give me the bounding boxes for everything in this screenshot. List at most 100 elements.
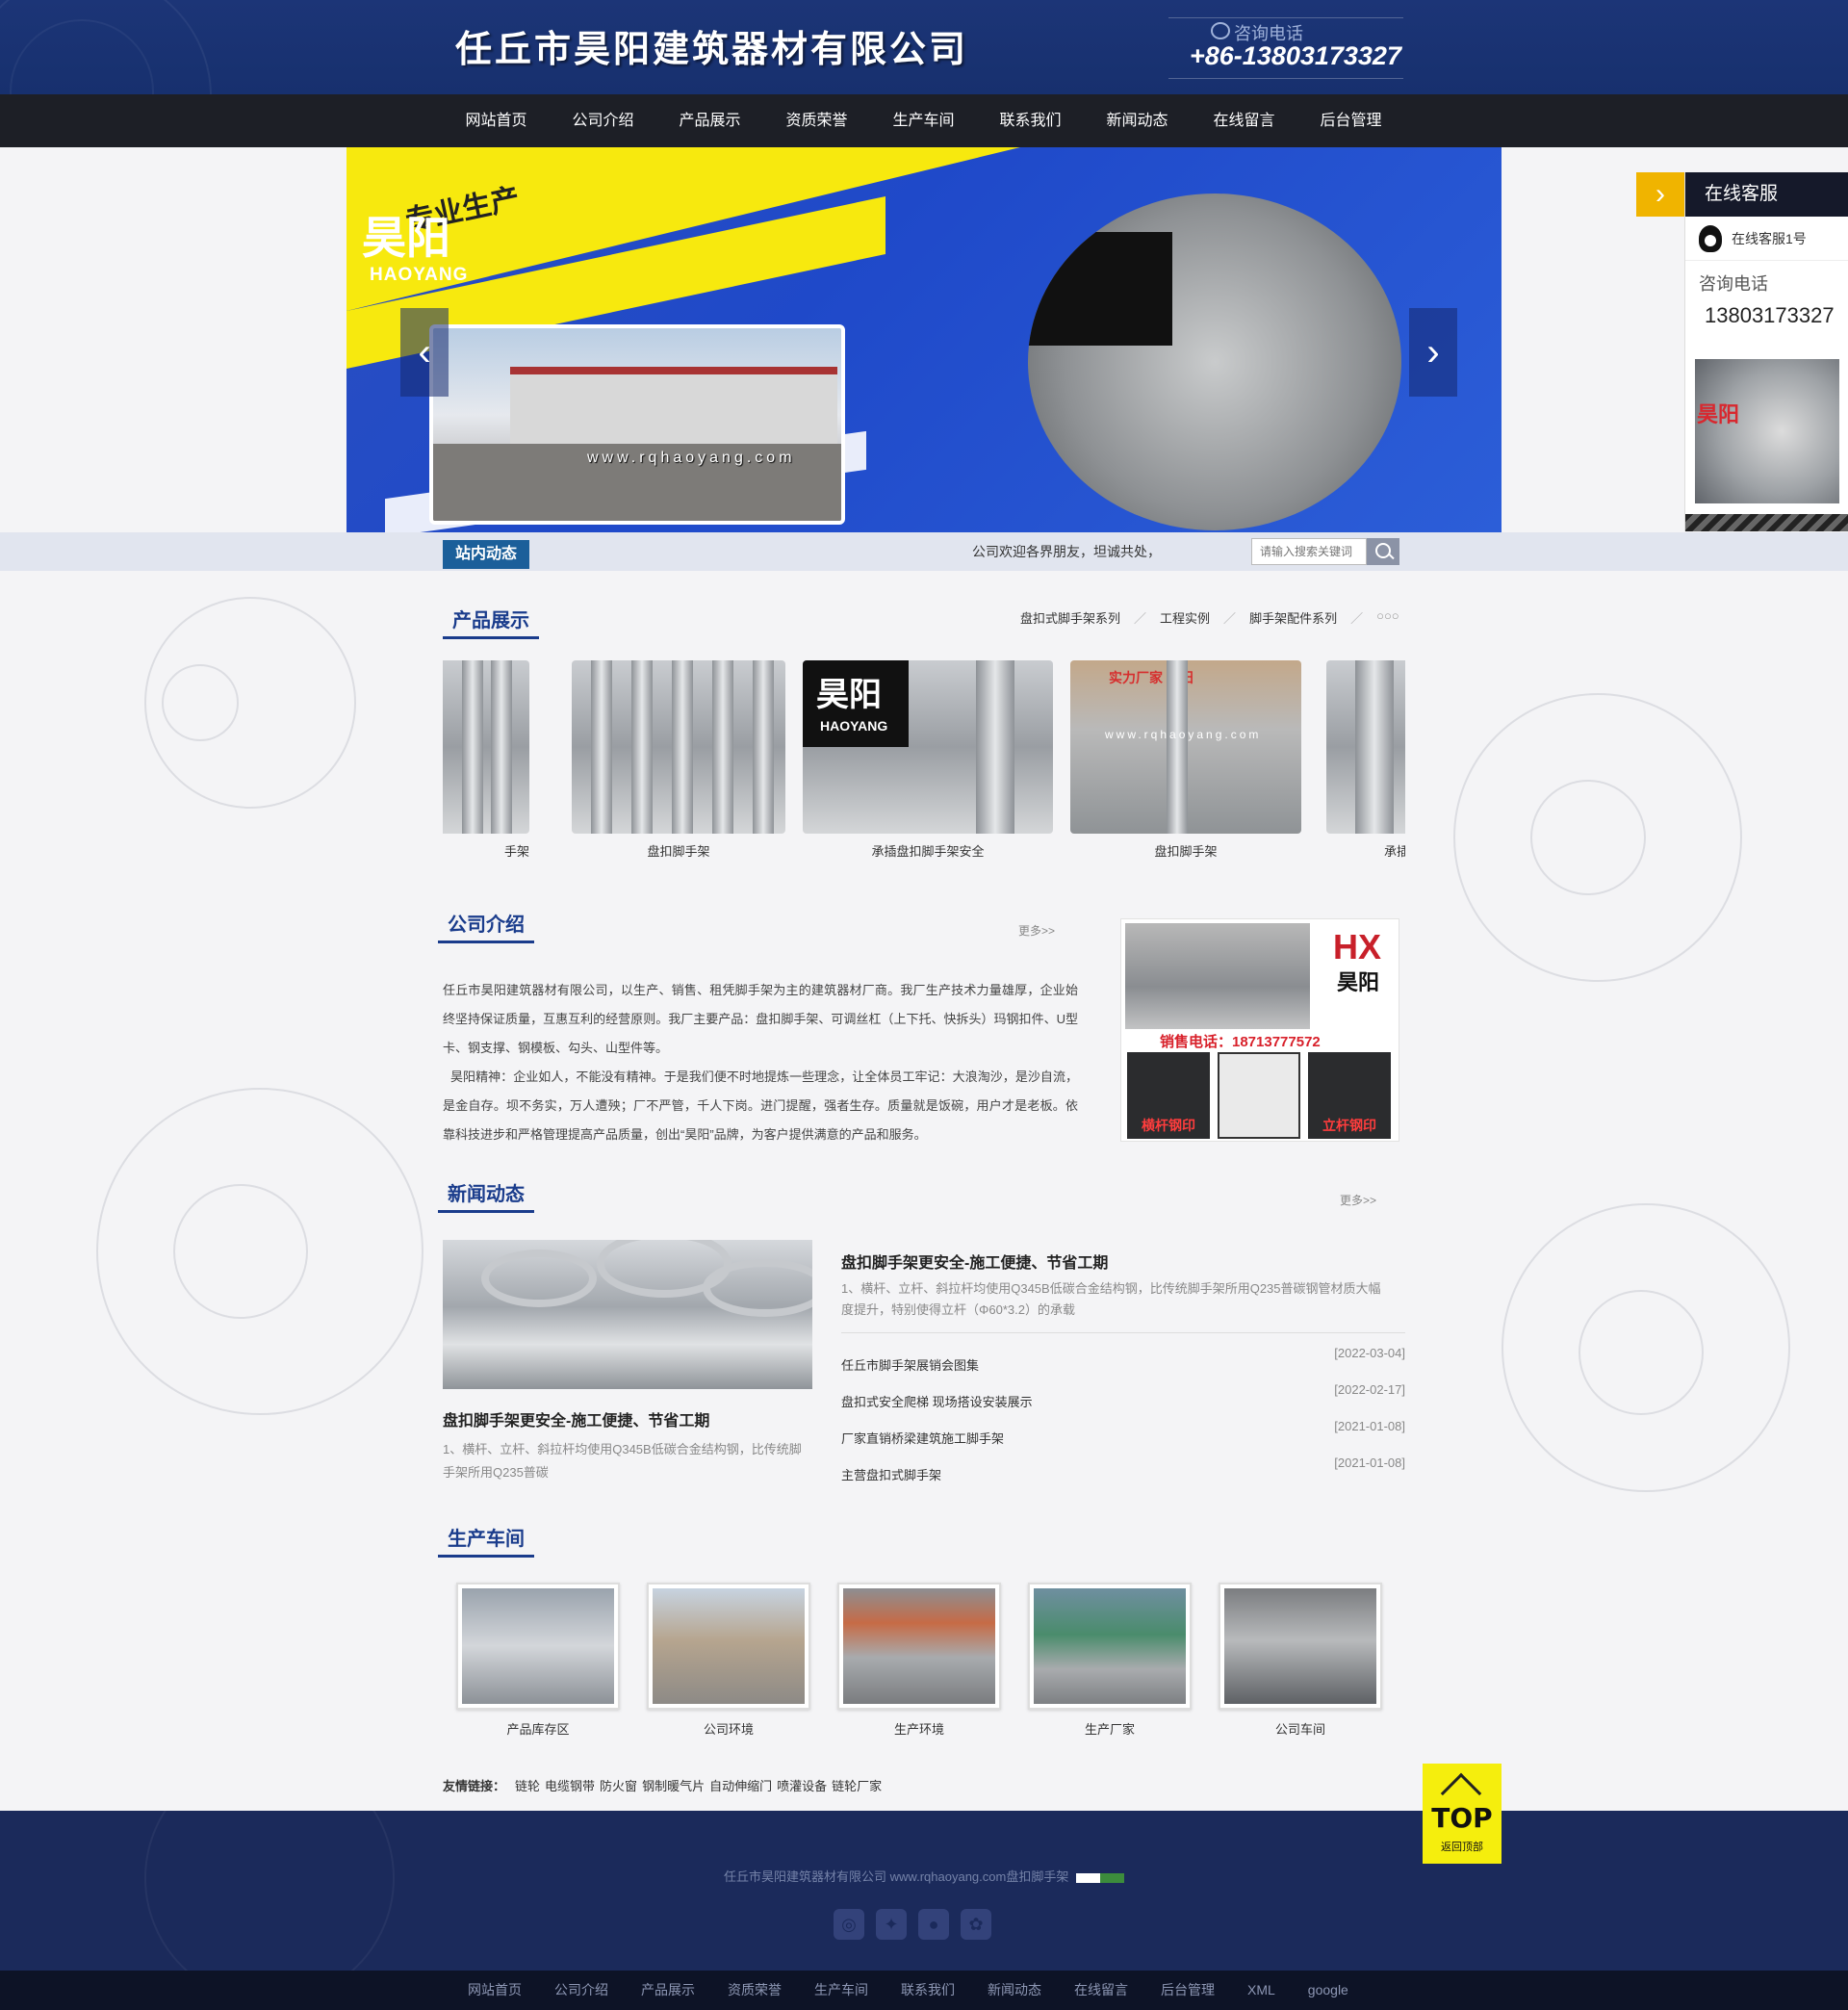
category-more-dots[interactable]: ○○○ — [1376, 608, 1399, 627]
news-list-item[interactable]: 任丘市脚手架展销会图集 [2022-03-04] — [841, 1346, 1405, 1382]
bottom-nav-about[interactable]: 公司介绍 — [554, 1971, 608, 2010]
news-photo[interactable] — [443, 1240, 812, 1389]
workshop-image — [1028, 1583, 1192, 1710]
friend-link[interactable]: 防火窗 — [600, 1776, 637, 1794]
kefu-qq-link[interactable]: 在线客服1号 — [1685, 217, 1848, 261]
intro-paragraph: 任丘市昊阳建筑器材有限公司，以生产、销售、租凭脚手架为主的建筑器材厂商。我厂生产… — [443, 983, 1078, 1055]
qq-icon[interactable]: ● — [918, 1909, 949, 1940]
bottom-nav-workshop[interactable]: 生产车间 — [814, 1971, 868, 2010]
category-link-projects[interactable]: 工程实例 — [1160, 608, 1210, 627]
kefu-title: 在线客服 — [1685, 172, 1848, 217]
friend-links: 友情链接： 链轮 电缆钢带 防火窗 钢制暖气片 自动伸缩门 喷灌设备 链轮厂家 — [443, 1776, 886, 1794]
bottom-nav-google[interactable]: google — [1308, 1971, 1348, 2010]
weibo-icon[interactable]: ◎ — [834, 1909, 864, 1940]
intro-paragraph: 昊阳精神：企业如人，不能没有精神。于是我们便不时地提炼一些理念，让全体员工牢记：… — [443, 1069, 1078, 1142]
banner-next-button[interactable]: › — [1409, 308, 1457, 397]
news-item-title: 主营盘扣式脚手架 — [841, 1468, 942, 1482]
news-item-title: 盘扣式安全爬梯 现场搭设安装展示 — [841, 1395, 1033, 1409]
workshop-caption: 产品库存区 — [506, 1722, 570, 1737]
kefu-product-image — [1695, 359, 1839, 503]
nav-item-news[interactable]: 新闻动态 — [1084, 94, 1191, 147]
nav-item-honors[interactable]: 资质荣誉 — [763, 94, 870, 147]
site-news-tag: 站内动态 — [443, 540, 529, 569]
stamp-tile-label: 立杆钢印 — [1322, 1118, 1376, 1133]
qzone-icon[interactable]: ✦ — [876, 1909, 907, 1940]
category-link-ringlock[interactable]: 盘扣式脚手架系列 — [1020, 608, 1120, 627]
gear-decoration — [173, 1184, 308, 1319]
bottom-nav-home[interactable]: 网站首页 — [468, 1971, 522, 2010]
ring-shape — [481, 1250, 597, 1307]
news-list-item[interactable]: 盘扣式安全爬梯 现场搭设安装展示 [2022-02-17] — [841, 1382, 1405, 1419]
bottom-nav-message[interactable]: 在线留言 — [1074, 1971, 1128, 2010]
news-featured-desc: 1、横杆、立杆、斜拉杆均使用Q345B低碳合金结构钢，比传统脚手架所用Q235普… — [841, 1281, 1381, 1317]
nav-item-contact[interactable]: 联系我们 — [977, 94, 1084, 147]
friend-link[interactable]: 钢制暖气片 — [642, 1776, 705, 1794]
product-url: www.rqhaoyang.com — [1105, 728, 1262, 741]
search-input[interactable] — [1251, 538, 1367, 565]
bottom-nav-products[interactable]: 产品展示 — [641, 1971, 695, 2010]
nav-item-about[interactable]: 公司介绍 — [550, 94, 656, 147]
friend-link[interactable]: 喷灌设备 — [777, 1776, 827, 1794]
back-to-top-button[interactable]: TOP 返回顶部 — [1423, 1764, 1502, 1864]
news-highlight-title[interactable]: 盘扣脚手架更安全-施工便捷、节省工期 — [443, 1407, 709, 1430]
workshop-item[interactable]: 公司车间 — [1219, 1583, 1382, 1738]
news-more-link[interactable]: 更多>> — [1340, 1192, 1376, 1208]
workshop-item[interactable]: 公司环境 — [647, 1583, 810, 1738]
friend-link[interactable]: 电缆钢带 — [545, 1776, 595, 1794]
bottom-nav-news[interactable]: 新闻动态 — [988, 1971, 1041, 2010]
news-list-item[interactable]: 厂家直销桥梁建筑施工脚手架 [2021-01-08] — [841, 1419, 1405, 1456]
site-header: 任丘市昊阳建筑器材有限公司 咨询电话 +86-13803173327 — [0, 0, 1848, 94]
news-highlight-desc: 1、横杆、立杆、斜拉杆均使用Q345B低碳合金结构钢，比传统脚手架所用Q235普… — [443, 1442, 802, 1480]
bottom-nav-contact[interactable]: 联系我们 — [901, 1971, 955, 2010]
product-carousel: 手架 盘扣脚手架 昊阳 HAOYANG 承插盘扣脚手架安全 实力厂家 昊阳 ww… — [443, 660, 1405, 867]
product-card[interactable]: 盘扣脚手架 — [572, 660, 785, 867]
gear-decoration — [162, 664, 239, 741]
hero-banner[interactable]: 专业生产 www.rqhaoyang.com 昊阳 HAOYANG ‹ › — [346, 147, 1502, 532]
intro-more-link[interactable]: 更多>> — [1018, 922, 1055, 939]
kefu-toggle-button[interactable]: › — [1636, 172, 1684, 217]
stamp-tile: 横杆钢印 — [1127, 1052, 1210, 1139]
products-section-title: 产品展示 — [443, 605, 539, 639]
news-section-title: 新闻动态 — [438, 1178, 534, 1213]
bottom-nav-xml[interactable]: XML — [1247, 1971, 1275, 2010]
product-card[interactable]: 承插 — [1326, 660, 1405, 867]
product-card[interactable]: 昊阳 HAOYANG 承插盘扣脚手架安全 — [803, 660, 1053, 867]
photo-fill — [653, 1588, 805, 1704]
brand-logo: HX — [1333, 927, 1382, 966]
product-card[interactable]: 手架 — [443, 660, 529, 867]
nav-item-home[interactable]: 网站首页 — [443, 94, 550, 147]
category-separator: ／ — [1350, 611, 1364, 626]
workshop-image — [647, 1583, 810, 1710]
search-icon[interactable] — [1367, 538, 1399, 565]
news-item-title: 任丘市脚手架展销会图集 — [841, 1358, 980, 1373]
nav-item-workshop[interactable]: 生产车间 — [870, 94, 977, 147]
workshop-item[interactable]: 生产环境 — [837, 1583, 1001, 1738]
workshop-item[interactable]: 生产厂家 — [1028, 1583, 1192, 1738]
cnzz-badge-icon[interactable] — [1075, 1872, 1124, 1883]
news-featured-title[interactable]: 盘扣脚手架更安全-施工便捷、节省工期 — [841, 1250, 1108, 1273]
friend-link[interactable]: 自动伸缩门 — [709, 1776, 772, 1794]
pipe-shape — [976, 660, 1014, 834]
pipe-shape — [672, 660, 693, 834]
category-link-accessories[interactable]: 脚手架配件系列 — [1249, 608, 1337, 627]
sales-phone: 销售电话：18713777572 — [1160, 1034, 1321, 1050]
product-image — [572, 660, 785, 834]
banner-prev-button[interactable]: ‹ — [400, 308, 449, 397]
friend-link[interactable]: 链轮 — [515, 1776, 540, 1794]
nav-item-message[interactable]: 在线留言 — [1191, 94, 1297, 147]
bottom-nav-honors[interactable]: 资质荣誉 — [728, 1971, 782, 2010]
warehouse-photo — [1125, 923, 1310, 1029]
friend-link[interactable]: 链轮厂家 — [832, 1776, 882, 1794]
online-service-panel: 在线客服 在线客服1号 咨询电话 13803173327 昊阳 — [1684, 172, 1848, 531]
news-list-item[interactable]: 主营盘扣式脚手架 [2021-01-08] — [841, 1456, 1405, 1492]
product-card[interactable]: 实力厂家 昊阳 www.rqhaoyang.com 盘扣脚手架 — [1070, 660, 1301, 867]
banner-logo-en: HAOYANG — [370, 265, 469, 285]
baidu-icon[interactable]: ✿ — [961, 1909, 991, 1940]
workshop-caption: 生产厂家 — [1084, 1722, 1135, 1737]
bottom-nav-admin[interactable]: 后台管理 — [1161, 1971, 1215, 2010]
workshop-item[interactable]: 产品库存区 — [456, 1583, 620, 1738]
pipe-shape — [591, 660, 612, 834]
nav-item-products[interactable]: 产品展示 — [656, 94, 763, 147]
site-news-text[interactable]: 公司欢迎各界朋友，坦诚共处， — [972, 542, 1161, 561]
nav-item-admin[interactable]: 后台管理 — [1297, 94, 1404, 147]
